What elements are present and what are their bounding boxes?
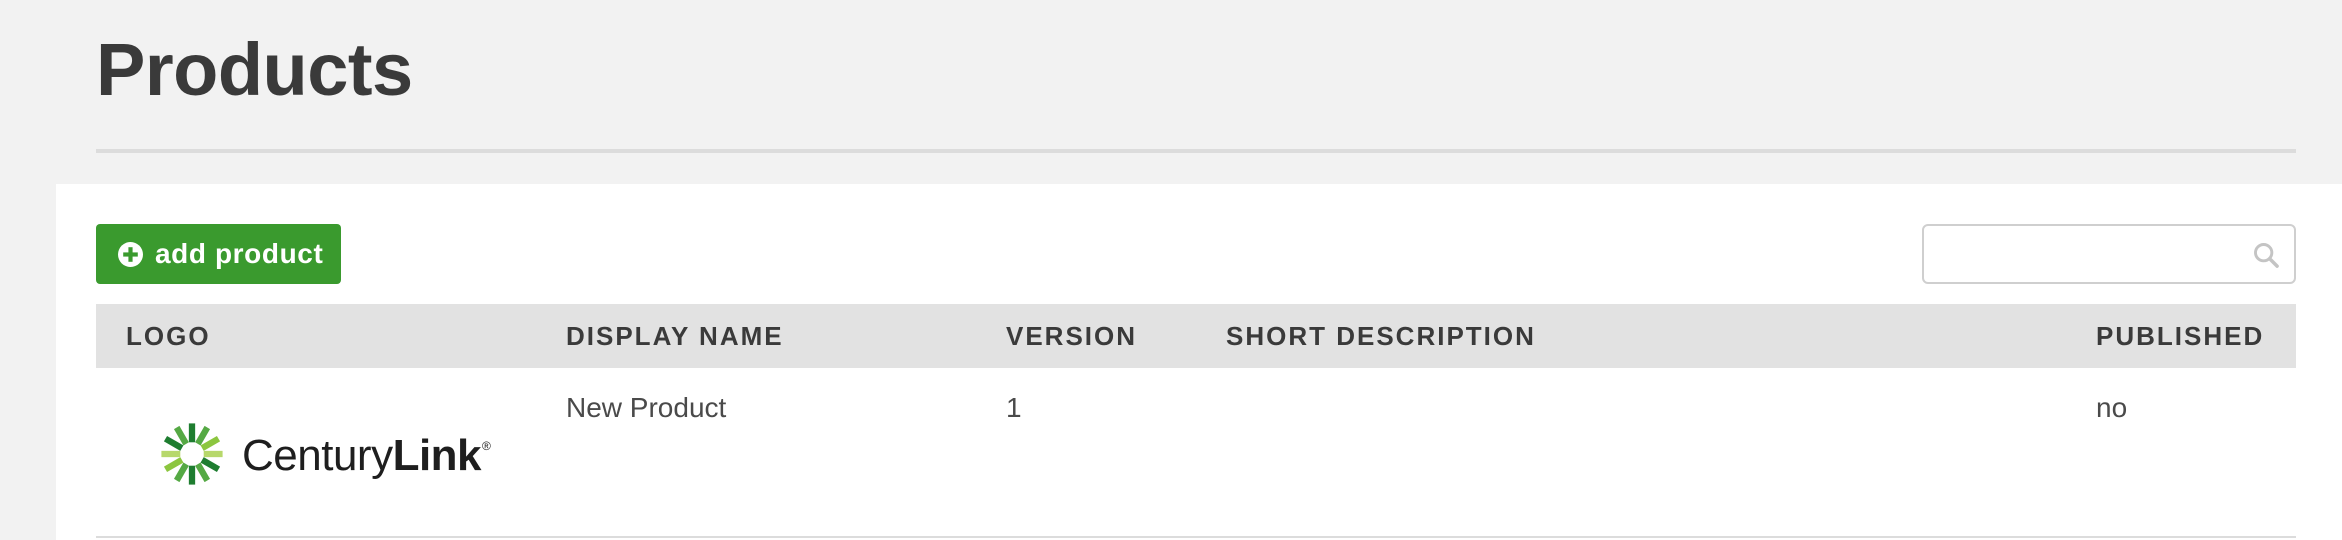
add-product-label: add product: [155, 238, 324, 269]
column-header-published[interactable]: PUBLISHED: [2096, 304, 2264, 368]
logo-wordmark: CenturyLink®: [242, 431, 491, 481]
column-header-logo[interactable]: LOGO: [126, 304, 211, 368]
column-header-version[interactable]: VERSION: [1006, 304, 1137, 368]
cell-version: 1: [1006, 392, 1022, 423]
logo-wordmark-bold: Link: [392, 431, 482, 480]
page-title: Products: [96, 28, 413, 111]
page-header: Products: [96, 26, 2296, 153]
logo-wordmark-regular: Century: [242, 431, 393, 480]
products-panel: add product LOGO DISPLAY NAME VERSION SH…: [56, 184, 2342, 540]
column-header-display-name[interactable]: DISPLAY NAME: [566, 304, 784, 368]
cell-published: no: [2096, 392, 2128, 423]
product-logo: CenturyLink®: [156, 414, 496, 494]
table-row[interactable]: CenturyLink® New Product 1 no: [96, 368, 2296, 538]
plus-circle-icon: [118, 241, 143, 267]
centurylink-logo-icon: [161, 423, 223, 485]
search-input[interactable]: [1924, 226, 2244, 282]
search-box[interactable]: [1922, 224, 2296, 284]
add-product-button[interactable]: add product: [96, 224, 341, 284]
logo-registered-mark: ®: [482, 439, 491, 453]
table-header: LOGO DISPLAY NAME VERSION SHORT DESCRIPT…: [96, 304, 2296, 368]
search-icon[interactable]: [2252, 241, 2280, 269]
cell-display-name[interactable]: New Product: [566, 392, 726, 424]
column-header-short-description[interactable]: SHORT DESCRIPTION: [1226, 304, 1536, 368]
